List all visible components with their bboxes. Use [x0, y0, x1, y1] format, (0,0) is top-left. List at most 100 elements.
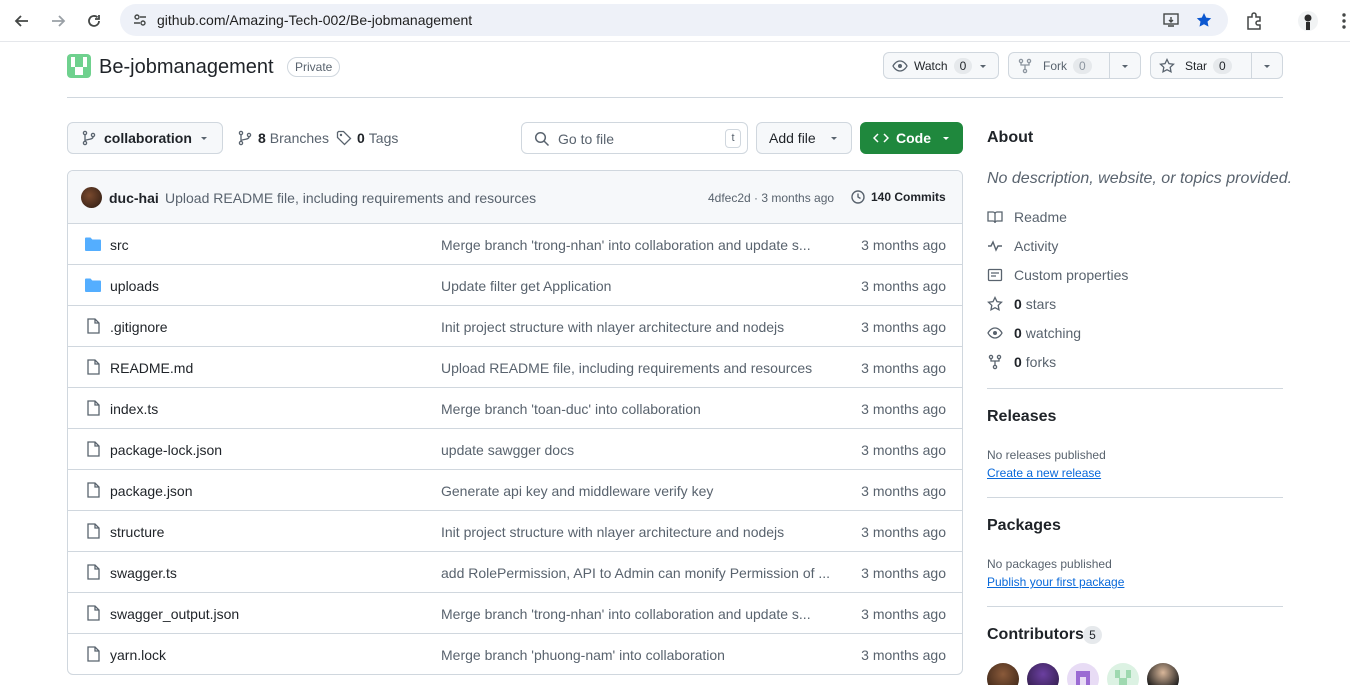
file-row[interactable]: index.ts Merge branch 'toan-duc' into col…: [68, 388, 962, 429]
watching-label: watching: [1025, 325, 1082, 341]
star-icon: [1159, 57, 1175, 73]
publish-package-link[interactable]: Publish your first package: [987, 575, 1124, 589]
commit-sha-time[interactable]: 4dfec2d · 3 months ago: [708, 191, 834, 205]
contributors-heading[interactable]: Contributors: [987, 626, 1084, 644]
watching-link[interactable]: 0 watching: [987, 323, 1081, 343]
branches-link[interactable]: 8 Branches: [237, 130, 329, 146]
file-row[interactable]: package-lock.json update sawgger docs 3 mo…: [68, 429, 962, 470]
back-icon[interactable]: [10, 9, 34, 33]
file-commit-time: 3 months ago: [861, 360, 946, 376]
file-row[interactable]: swagger.ts add RolePermission, API to Adm…: [68, 552, 962, 593]
browser-toolbar: github.com/Amazing-Tech-002/Be-jobmanage…: [0, 0, 1350, 42]
readme-link[interactable]: Readme: [987, 207, 1067, 227]
profile-avatar[interactable]: [1296, 9, 1320, 33]
file-commit-message[interactable]: Merge branch 'toan-duc' into collaborati…: [441, 401, 701, 417]
file-commit-message[interactable]: add RolePermission, API to Admin can mon…: [441, 565, 830, 581]
stars-link[interactable]: 0 stars: [987, 294, 1056, 314]
star-button[interactable]: Star 0: [1150, 52, 1283, 79]
eye-icon: [987, 325, 1003, 341]
chevron-down-icon: [201, 137, 207, 140]
tags-link[interactable]: 0 Tags: [336, 130, 398, 146]
packages-heading[interactable]: Packages: [987, 517, 1061, 535]
file-name[interactable]: yarn.lock: [110, 647, 166, 663]
contributor-avatar[interactable]: [1027, 663, 1059, 685]
file-row[interactable]: .gitignore Init project structure with nl…: [68, 306, 962, 347]
chevron-down-icon[interactable]: [976, 53, 994, 78]
activity-link[interactable]: Activity: [987, 236, 1058, 256]
file-row[interactable]: src Merge branch 'trong-nhan' into collab…: [68, 224, 962, 265]
custom-properties-label: Custom properties: [1014, 267, 1129, 283]
branch-selector[interactable]: collaboration: [67, 122, 223, 154]
file-commit-message[interactable]: update sawgger docs: [441, 442, 574, 458]
watch-count: 0: [953, 57, 973, 74]
file-row[interactable]: uploads Update filter get Application 3 mo…: [68, 265, 962, 306]
file-row[interactable]: yarn.lock Merge branch 'phuong-nam' into …: [68, 634, 962, 674]
file-name[interactable]: index.ts: [110, 401, 158, 417]
file-row[interactable]: structure Init project structure with nla…: [68, 511, 962, 552]
chevron-down-icon[interactable]: [1110, 53, 1140, 78]
chevron-down-icon[interactable]: [1252, 53, 1282, 78]
file-name[interactable]: .gitignore: [110, 319, 168, 335]
star-count: 0: [1213, 57, 1232, 74]
file-commit-message[interactable]: Init project structure with nlayer archi…: [441, 319, 784, 335]
search-icon: [534, 131, 550, 147]
tags-label: Tags: [368, 130, 399, 146]
forks-label: forks: [1025, 354, 1057, 370]
file-commit-message[interactable]: Merge branch 'trong-nhan' into collabora…: [441, 606, 811, 622]
file-icon: [84, 564, 102, 580]
fork-button[interactable]: Fork 0: [1008, 52, 1141, 79]
file-name[interactable]: swagger_output.json: [110, 606, 239, 622]
file-name[interactable]: README.md: [110, 360, 193, 376]
address-bar[interactable]: github.com/Amazing-Tech-002/Be-jobmanage…: [120, 4, 1228, 36]
forks-link[interactable]: 0 forks: [987, 352, 1056, 372]
repo-owner-avatar[interactable]: [67, 54, 91, 78]
fork-count: 0: [1073, 57, 1092, 74]
forward-icon[interactable]: [46, 9, 70, 33]
header-divider: [67, 97, 1283, 98]
site-info-icon[interactable]: [132, 12, 148, 28]
file-name[interactable]: package-lock.json: [110, 442, 222, 458]
create-release-link[interactable]: Create a new release: [987, 466, 1101, 480]
author-avatar[interactable]: [81, 187, 102, 208]
file-commit-message[interactable]: Generate api key and middleware verify k…: [441, 483, 713, 499]
go-to-file-search[interactable]: Go to file t: [521, 122, 748, 154]
file-icon: [84, 441, 102, 457]
branch-icon: [82, 130, 96, 146]
file-name[interactable]: uploads: [110, 278, 159, 294]
menu-kebab-icon[interactable]: [1332, 9, 1350, 33]
install-app-icon[interactable]: [1163, 12, 1179, 28]
commit-author[interactable]: duc-hai: [109, 190, 159, 206]
history-icon: [851, 190, 865, 204]
reload-icon[interactable]: [82, 9, 106, 33]
contributor-avatar[interactable]: [987, 663, 1019, 685]
file-commit-message[interactable]: Upload README file, including requiremen…: [441, 360, 812, 376]
file-commit-message[interactable]: Init project structure with nlayer archi…: [441, 524, 784, 540]
file-commit-message[interactable]: Merge branch 'trong-nhan' into collabora…: [441, 237, 811, 253]
add-file-button[interactable]: Add file: [756, 122, 852, 154]
contributor-avatar[interactable]: [1147, 663, 1179, 685]
file-commit-time: 3 months ago: [861, 319, 946, 335]
file-name[interactable]: structure: [110, 524, 164, 540]
file-row[interactable]: README.md Upload README file, including r…: [68, 347, 962, 388]
file-commit-message[interactable]: Update filter get Application: [441, 278, 611, 294]
watch-button[interactable]: Watch 0: [883, 52, 999, 79]
file-row[interactable]: swagger_output.json Merge branch 'trong-n…: [68, 593, 962, 634]
file-name[interactable]: src: [110, 237, 129, 253]
code-label: Code: [896, 130, 931, 146]
contributor-avatar[interactable]: [1107, 663, 1139, 685]
extensions-icon[interactable]: [1242, 9, 1266, 33]
commits-link[interactable]: 140 Commits: [850, 189, 946, 205]
repo-name[interactable]: Be-jobmanagement: [99, 56, 274, 79]
custom-properties-link[interactable]: Custom properties: [987, 265, 1128, 285]
file-name[interactable]: package.json: [110, 483, 193, 499]
eye-icon: [892, 59, 908, 72]
releases-heading[interactable]: Releases: [987, 408, 1056, 426]
bookmark-star-icon[interactable]: [1196, 12, 1212, 28]
file-commit-message[interactable]: Merge branch 'phuong-nam' into collabora…: [441, 647, 725, 663]
stars-count: 0: [1014, 296, 1022, 312]
code-button[interactable]: Code: [860, 122, 963, 154]
file-name[interactable]: swagger.ts: [110, 565, 177, 581]
file-row[interactable]: package.json Generate api key and middlew…: [68, 470, 962, 511]
commit-message[interactable]: Upload README file, including requiremen…: [165, 190, 536, 206]
contributor-avatar[interactable]: [1067, 663, 1099, 685]
